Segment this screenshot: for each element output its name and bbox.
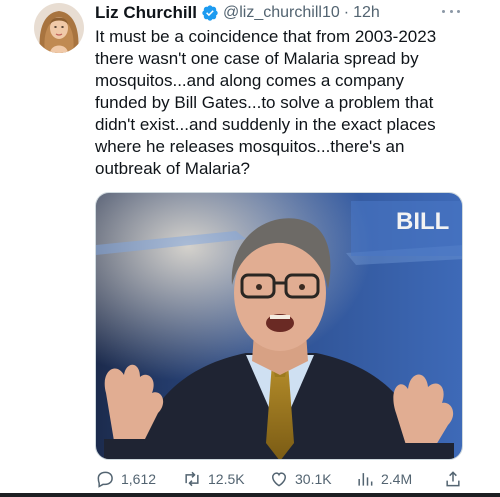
reply-count: 1,612	[121, 471, 157, 487]
like-button[interactable]: 30.1K	[269, 468, 332, 490]
tweet-photo[interactable]: BILL	[95, 192, 463, 460]
tweet-text-line: mosquitos...and along comes a company	[95, 71, 405, 90]
tweet-actions: 1,612 12.5K 30.1K 2.4M	[95, 468, 467, 490]
views-icon	[358, 473, 373, 486]
header-separator: ·	[343, 4, 350, 21]
tweet-text-line: there wasn't one case of Malaria spread …	[95, 49, 419, 68]
tweet-timestamp[interactable]: 12h	[353, 4, 380, 22]
share-icon	[446, 471, 460, 487]
bottom-divider	[0, 493, 500, 497]
reply-icon	[97, 471, 113, 488]
views-button[interactable]: 2.4M	[355, 468, 412, 490]
tweet[interactable]: Liz Churchill @liz_churchill10 · 12h It …	[0, 0, 500, 497]
tweet-text-line: outbreak of Malaria?	[95, 159, 250, 178]
author-name[interactable]: Liz Churchill	[95, 3, 197, 23]
like-icon	[271, 472, 287, 487]
more-icon[interactable]	[442, 4, 460, 18]
like-count: 30.1K	[295, 471, 332, 487]
views-count: 2.4M	[381, 471, 413, 487]
tweet-text-line: where he releases mosquitos...there's an	[95, 137, 405, 156]
repost-icon	[185, 471, 199, 487]
tweet-text-line: funded by Bill Gates...to solve a proble…	[95, 93, 434, 112]
tweet-text: It must be a coincidence that from 2003-…	[95, 26, 475, 180]
backdrop-text: BILL	[396, 208, 449, 235]
tweet-header: Liz Churchill @liz_churchill10 · 12h	[95, 2, 380, 24]
verified-badge-icon	[201, 4, 219, 22]
reply-button[interactable]: 1,612	[95, 468, 156, 490]
tweet-text-line: didn't exist...and suddenly in the exact…	[95, 115, 436, 134]
repost-count: 12.5K	[208, 471, 245, 487]
tweet-text-line: It must be a coincidence that from 2003-…	[95, 27, 437, 46]
author-handle[interactable]: @liz_churchill10	[223, 4, 340, 22]
avatar[interactable]	[34, 3, 84, 53]
share-button[interactable]	[443, 468, 469, 490]
repost-button[interactable]: 12.5K	[182, 468, 245, 490]
